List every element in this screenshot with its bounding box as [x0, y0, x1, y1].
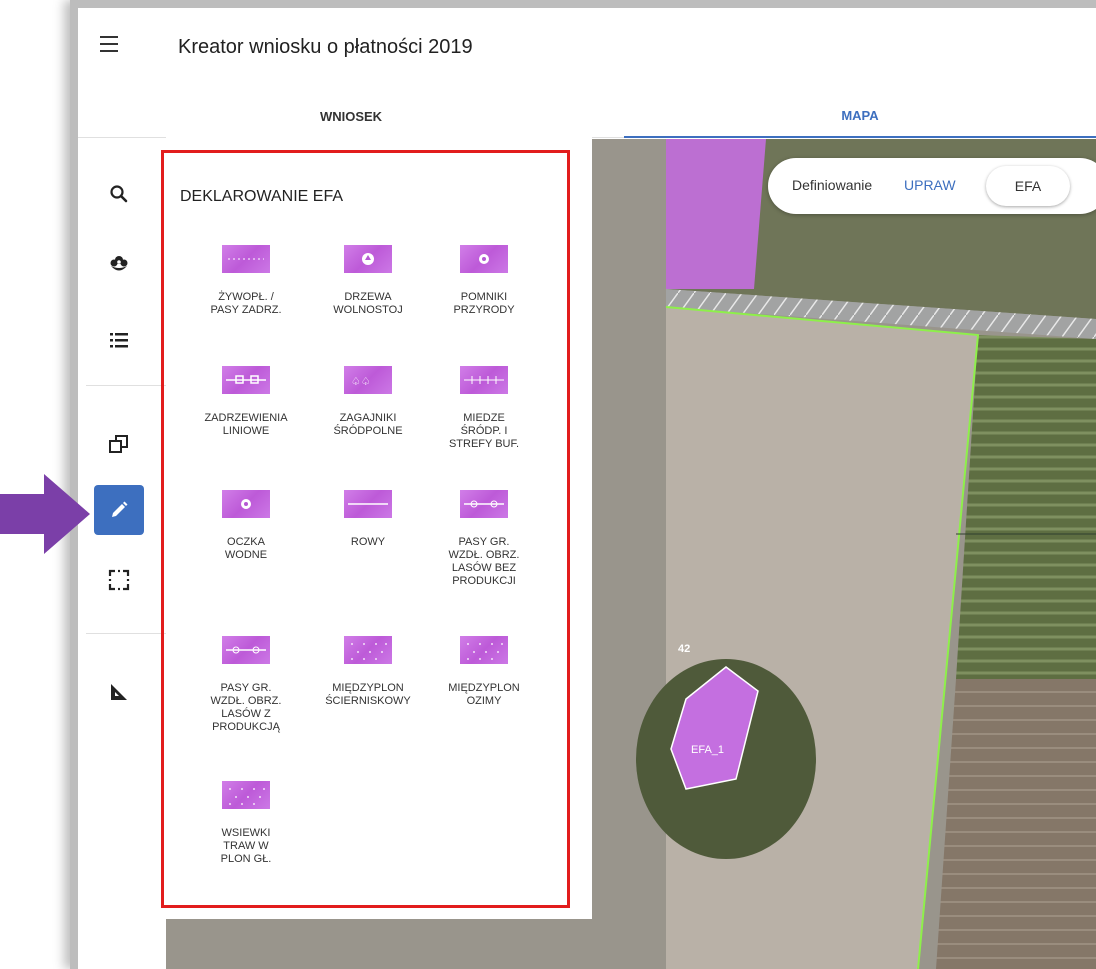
svg-text:♤♤: ♤♤	[351, 375, 371, 388]
list-icon	[110, 333, 128, 348]
efa-option-label: ŻYWOPŁ. / PASY ZADRZ.	[210, 291, 282, 316]
efa-option-label: WSIEWKI TRAW W PLON GŁ.	[220, 827, 272, 865]
efa-option-label: ZAGAJNIKI ŚRÓDPOLNE	[333, 412, 403, 437]
efa-option[interactable]: ŻYWOPŁ. / PASY ZADRZ.	[186, 245, 306, 317]
efa-option[interactable]: PASY GR. WZDŁ. OBRZ. LASÓW Z PRODUKCJĄ	[186, 636, 306, 734]
mode-efa-button[interactable]: EFA	[986, 166, 1070, 206]
crops-button[interactable]	[94, 239, 144, 289]
copy-button[interactable]	[94, 419, 144, 469]
efa-type-icon	[222, 366, 270, 394]
efa-option[interactable]: DRZEWA WOLNOSTOJ	[308, 245, 428, 317]
efa-type-icon	[222, 490, 270, 518]
pencil-icon	[112, 501, 128, 517]
efa-option[interactable]: MIEDZE ŚRÓDP. I STREFY BUF.	[424, 366, 544, 451]
efa-option-label: ROWY	[350, 536, 386, 548]
efa-option[interactable]: ZADRZEWIENIA LINIOWE	[186, 366, 306, 438]
draw-button[interactable]	[94, 485, 144, 535]
tab-wniosek[interactable]: WNIOSEK	[166, 94, 536, 138]
efa-type-icon	[222, 781, 270, 809]
app-header: Kreator wniosku o płatności 2019	[78, 8, 1096, 86]
efa-option-label: PASY GR. WZDŁ. OBRZ. LASÓW Z PRODUKCJĄ	[210, 682, 282, 733]
search-icon	[110, 185, 128, 203]
efa-option-label: MIĘDZYPLON OZIMY	[448, 682, 520, 707]
mode-toggle: Definiowanie UPRAW EFA	[768, 158, 1096, 214]
efa-type-icon	[222, 636, 270, 664]
hamburger-menu-icon[interactable]	[100, 36, 118, 52]
select-area-icon	[108, 569, 130, 591]
efa-option[interactable]: POMNIKI PRZYRODY	[424, 245, 544, 317]
search-button[interactable]	[94, 169, 144, 219]
efa-option-label: OCZKA WODNE	[224, 536, 268, 561]
tool-rail	[78, 139, 166, 969]
efa-option[interactable]: ♤♤ ZAGAJNIKI ŚRÓDPOLNE	[308, 366, 428, 438]
efa-type-icon	[344, 245, 392, 273]
rail-divider	[86, 385, 166, 386]
mode-upraw-button[interactable]: UPRAW	[904, 177, 956, 193]
efa-type-icon	[460, 636, 508, 664]
efa-type-icon	[460, 245, 508, 273]
efa-option-label: POMNIKI PRZYRODY	[453, 291, 515, 316]
pointer-arrow-icon	[0, 474, 90, 554]
mode-toggle-label: Definiowanie	[792, 177, 873, 193]
efa-option-label: PASY GR. WZDŁ. OBRZ. LASÓW BEZ PRODUKCJI	[448, 536, 520, 587]
select-area-button[interactable]	[94, 555, 144, 605]
efa-type-icon	[460, 490, 508, 518]
efa-option-label: MIEDZE ŚRÓDP. I STREFY BUF.	[448, 412, 520, 450]
efa-type-icon	[344, 636, 392, 664]
efa-option-label: MIĘDZYPLON ŚCIERNISKOWY	[325, 682, 411, 707]
efa-option[interactable]: PASY GR. WZDŁ. OBRZ. LASÓW BEZ PRODUKCJI	[424, 490, 544, 588]
efa-option[interactable]: MIĘDZYPLON ŚCIERNISKOWY	[308, 636, 428, 708]
rail-divider	[86, 633, 166, 634]
copy-icon	[109, 435, 128, 453]
app-title: Kreator wniosku o płatności 2019	[178, 36, 473, 58]
parcel-number: 42	[678, 643, 690, 655]
efa-type-icon: ♤♤	[344, 366, 392, 394]
tab-mapa[interactable]: MAPA	[624, 94, 1096, 138]
ruler-icon	[111, 684, 127, 700]
efa-type-icon	[344, 490, 392, 518]
measure-button[interactable]	[94, 667, 144, 717]
efa-option[interactable]: WSIEWKI TRAW W PLON GŁ.	[186, 781, 306, 866]
efa-option-label: ZADRZEWIENIA LINIOWE	[204, 412, 288, 437]
efa-option[interactable]: ROWY	[308, 490, 428, 549]
efa-option-label: DRZEWA WOLNOSTOJ	[333, 291, 403, 316]
list-button[interactable]	[94, 315, 144, 365]
plant-icon	[110, 256, 128, 271]
efa-option[interactable]: OCZKA WODNE	[186, 490, 306, 562]
efa-type-icon	[460, 366, 508, 394]
efa-parcel-label: EFA_1	[691, 744, 724, 756]
panel-title: DEKLAROWANIE EFA	[180, 188, 343, 205]
efa-option[interactable]: MIĘDZYPLON OZIMY	[424, 636, 544, 708]
efa-type-icon	[222, 245, 270, 273]
main-tabs: WNIOSEK MAPA	[78, 94, 1096, 138]
